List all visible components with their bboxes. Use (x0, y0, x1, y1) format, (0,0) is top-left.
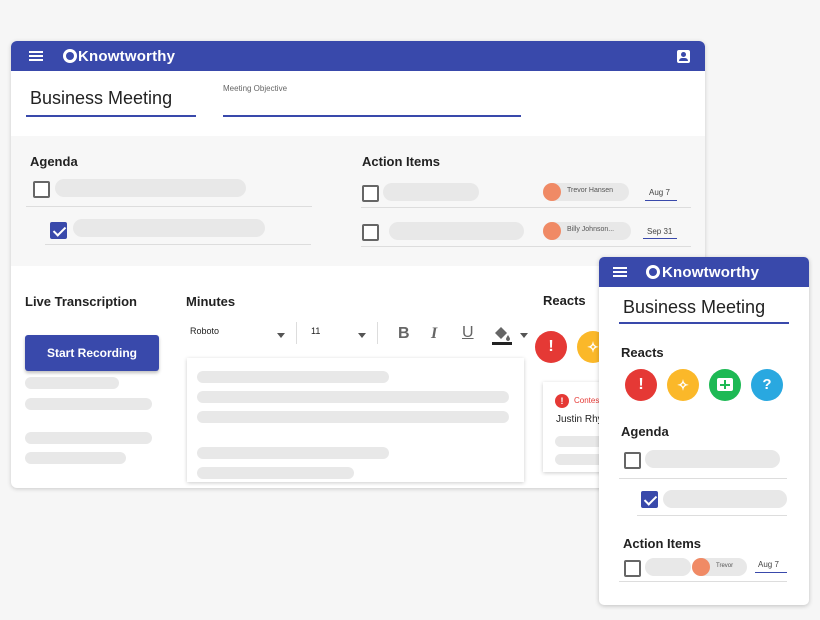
divider (619, 478, 787, 479)
assignee-name: Trevor Hansen (567, 187, 614, 194)
assignee-chip[interactable]: Billy Johnson... (543, 222, 631, 240)
live-transcription-heading: Live Transcription (25, 294, 137, 309)
text-placeholder (197, 467, 354, 479)
assignee-chip[interactable]: Trevor (692, 558, 747, 576)
text-placeholder (197, 371, 389, 383)
agenda-item-placeholder (73, 219, 265, 237)
minutes-heading: Minutes (186, 294, 236, 309)
mobile-window: Knowtworthy Business Meeting Reacts ! ✧ … (599, 257, 809, 605)
objective-input[interactable] (223, 115, 521, 117)
meeting-title-underline (619, 322, 789, 324)
transcript-placeholder (25, 452, 126, 464)
exclamation-icon: ! (555, 394, 569, 408)
account-icon[interactable] (677, 50, 690, 63)
text-placeholder (197, 447, 389, 459)
assignee-name: Trevor (716, 563, 734, 569)
meeting-title-underline (26, 115, 196, 117)
menu-icon[interactable] (613, 267, 627, 277)
agenda-checkbox-checked[interactable] (50, 222, 67, 239)
meeting-title[interactable]: Business Meeting (30, 88, 172, 109)
transcript-placeholder (25, 432, 152, 444)
action-checkbox[interactable] (362, 224, 379, 241)
due-date[interactable]: Aug 7 (649, 188, 670, 197)
react-author: Justin Rhy (556, 414, 603, 425)
divider (361, 246, 691, 247)
due-date-underline (643, 238, 677, 239)
reacts-heading: Reacts (543, 293, 586, 308)
menu-icon[interactable] (29, 51, 43, 61)
toolbar-divider (377, 322, 378, 344)
chevron-down-icon[interactable] (358, 333, 366, 338)
text-placeholder (197, 391, 509, 403)
agenda-heading: Agenda (621, 424, 669, 439)
action-item-placeholder (645, 558, 691, 576)
react-tag: Contes (574, 396, 600, 405)
underline-icon[interactable]: U (462, 324, 474, 342)
question-icon[interactable]: ? (751, 369, 783, 401)
agenda-item-placeholder (55, 179, 246, 197)
due-date[interactable]: Sep 31 (647, 227, 672, 236)
agenda-heading: Agenda (30, 154, 78, 169)
text-placeholder (197, 411, 509, 423)
chevron-down-icon[interactable] (520, 333, 528, 338)
brand-logo: Knowtworthy (78, 48, 176, 65)
due-date-underline (755, 572, 787, 573)
fill-color-icon[interactable] (491, 324, 513, 346)
lightbulb-icon[interactable]: ✧ (667, 369, 699, 401)
due-date-underline (645, 200, 677, 201)
due-date[interactable]: Aug 7 (758, 560, 779, 569)
brand-logo: Knowtworthy (662, 264, 760, 281)
action-items-heading: Action Items (623, 536, 702, 551)
logo-icon (63, 49, 77, 63)
agenda-item-placeholder (645, 450, 780, 468)
add-comment-icon[interactable] (709, 369, 741, 401)
agenda-checkbox[interactable] (33, 181, 50, 198)
mobile-top-app-bar: Knowtworthy (599, 257, 809, 287)
font-family-select[interactable]: Roboto (190, 326, 219, 336)
exclamation-icon[interactable]: ! (625, 369, 657, 401)
action-items-heading: Action Items (362, 154, 441, 169)
action-item-placeholder (389, 222, 524, 240)
agenda-checkbox[interactable] (624, 452, 641, 469)
divider (619, 581, 787, 582)
avatar (543, 222, 561, 240)
transcript-placeholder (25, 398, 152, 410)
avatar (692, 558, 710, 576)
top-app-bar: Knowtworthy (11, 41, 705, 71)
start-recording-button[interactable]: Start Recording (25, 335, 159, 371)
logo-icon (646, 265, 660, 279)
action-checkbox[interactable] (362, 185, 379, 202)
agenda-item-placeholder (663, 490, 787, 508)
font-size-select[interactable]: 11 (311, 326, 320, 336)
action-checkbox[interactable] (624, 560, 641, 577)
reacts-heading: Reacts (621, 345, 664, 360)
italic-icon[interactable]: I (431, 325, 437, 343)
minutes-editor[interactable] (187, 358, 524, 482)
objective-label: Meeting Objective (223, 84, 288, 93)
avatar (543, 183, 561, 201)
meeting-title[interactable]: Business Meeting (623, 297, 765, 318)
divider (637, 515, 787, 516)
divider (361, 207, 691, 208)
chevron-down-icon[interactable] (277, 333, 285, 338)
exclamation-icon[interactable]: ! (535, 331, 567, 363)
agenda-checkbox-checked[interactable] (641, 491, 658, 508)
divider (26, 206, 312, 207)
divider (45, 244, 311, 245)
transcript-placeholder (25, 377, 119, 389)
action-item-placeholder (383, 183, 479, 201)
toolbar-divider (296, 322, 297, 344)
bold-icon[interactable]: B (398, 325, 410, 343)
assignee-name: Billy Johnson... (567, 226, 615, 233)
assignee-chip[interactable]: Trevor Hansen (543, 183, 629, 201)
